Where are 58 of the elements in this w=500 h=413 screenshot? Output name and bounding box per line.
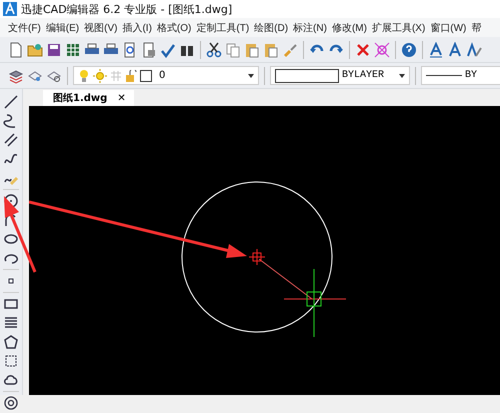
text-edit-icon[interactable] <box>466 42 482 58</box>
menu-item[interactable]: 文件(F) <box>8 20 41 34</box>
grid-icon[interactable] <box>65 42 81 58</box>
menu-item[interactable]: 窗口(W) <box>430 20 466 34</box>
paste-icon[interactable] <box>263 42 279 58</box>
delete-icon[interactable] <box>355 42 371 58</box>
tab-close-button[interactable]: ✕ <box>117 92 126 104</box>
linetype-line <box>426 75 462 76</box>
window-title: 迅捷CAD编辑器 6.2 专业版 - [图纸1.dwg] <box>21 2 232 16</box>
menu-item[interactable]: 编辑(E) <box>46 20 80 34</box>
color-swatch <box>140 70 152 82</box>
cloud-icon[interactable] <box>3 372 19 388</box>
new-file-icon[interactable] <box>8 42 24 58</box>
document-tab[interactable]: 图纸1.dwg ✕ <box>43 90 134 106</box>
color-dropdown[interactable]: BYLAYER <box>270 66 410 85</box>
color-value: BYLAYER <box>342 70 384 81</box>
tab-label: 图纸1.dwg <box>53 92 108 105</box>
text-style-icon[interactable] <box>428 42 444 58</box>
menu-item[interactable]: 绘图(D) <box>254 20 288 34</box>
color-swatch <box>275 68 339 82</box>
spell-check-icon[interactable] <box>160 42 176 58</box>
help-icon[interactable] <box>401 42 417 58</box>
menu-item[interactable]: 定制工具(T) <box>196 20 250 34</box>
layers-icon[interactable] <box>8 68 24 84</box>
lightbulb-icon <box>78 68 90 82</box>
dropdown-arrow-icon <box>248 74 254 78</box>
document-icon[interactable] <box>141 42 157 58</box>
text-icon[interactable] <box>447 42 463 58</box>
save-icon[interactable] <box>46 42 62 58</box>
sun-icon <box>93 68 107 82</box>
layer-name: 0 <box>159 70 166 81</box>
menu-item[interactable]: 帮 <box>471 20 482 34</box>
polygon-icon[interactable] <box>3 334 19 350</box>
cut-icon[interactable] <box>206 42 222 58</box>
dropdown-arrow-icon <box>399 74 405 78</box>
layer-dropdown[interactable]: 0 <box>73 66 259 85</box>
brush-icon[interactable] <box>282 42 298 58</box>
menu-item[interactable]: 格式(O) <box>156 20 192 34</box>
linetype-value: BY <box>465 70 478 81</box>
grid-icon <box>110 70 122 82</box>
menu-item[interactable]: 修改(M) <box>332 20 367 34</box>
donut-icon[interactable] <box>3 395 19 411</box>
center-marker-drawing <box>248 248 266 266</box>
menu-item[interactable]: 插入(I) <box>122 20 152 34</box>
crosshair-cursor-drawing <box>284 268 346 338</box>
menu-item[interactable]: 扩展工具(X) <box>372 20 426 34</box>
open-folder-icon[interactable] <box>27 42 43 58</box>
hatch-icon[interactable] <box>3 315 19 331</box>
lock-icon <box>125 70 137 82</box>
double-line-icon[interactable] <box>3 132 19 148</box>
circle-icon[interactable] <box>3 193 19 209</box>
linetype-dropdown[interactable]: BY <box>421 66 500 85</box>
line-drawing <box>258 258 312 300</box>
region-icon[interactable] <box>3 353 19 369</box>
line-icon[interactable] <box>3 94 19 110</box>
menu-item[interactable]: 视图(V) <box>84 20 118 34</box>
paste-icon[interactable] <box>244 42 260 58</box>
menu-item[interactable]: 标注(N) <box>293 20 327 34</box>
